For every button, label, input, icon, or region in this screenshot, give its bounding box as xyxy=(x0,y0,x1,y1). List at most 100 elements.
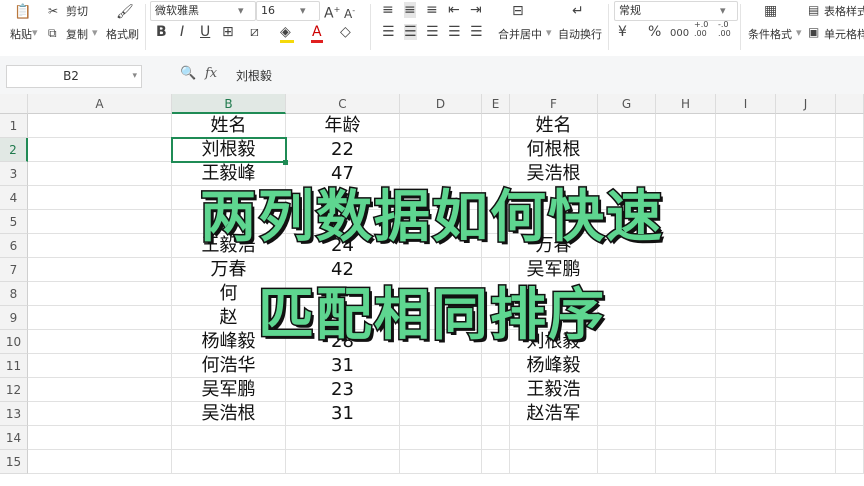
cell-a15[interactable] xyxy=(28,450,172,474)
cell-c14[interactable] xyxy=(286,426,400,450)
cell-g13[interactable] xyxy=(598,402,656,426)
font-name-dropdown-icon[interactable]: ▾ xyxy=(238,4,244,17)
cell-f14[interactable] xyxy=(510,426,598,450)
cell-a13[interactable] xyxy=(28,402,172,426)
shrink-font-icon[interactable]: A- xyxy=(344,3,355,22)
currency-icon[interactable]: ¥ xyxy=(618,24,627,40)
cell-c1[interactable]: 年龄 xyxy=(286,114,400,138)
cell-e11[interactable] xyxy=(482,354,510,378)
cond-format-dropdown-icon[interactable]: ▾ xyxy=(796,26,802,39)
cell-b15[interactable] xyxy=(172,450,286,474)
cell-c11[interactable]: 31 xyxy=(286,354,400,378)
cell-e12[interactable] xyxy=(482,378,510,402)
row-header-1[interactable]: 1 xyxy=(0,114,28,138)
insert-function-icon[interactable]: fx xyxy=(205,66,217,81)
cell-b11[interactable]: 何浩华 xyxy=(172,354,286,378)
increase-decimal-icon[interactable]: +.0 .00 xyxy=(694,20,714,38)
indent-increase-icon[interactable]: ⇥ xyxy=(470,2,482,18)
clear-icon[interactable]: ◇ xyxy=(340,24,351,40)
cell-e15[interactable] xyxy=(482,450,510,474)
cell-e1[interactable] xyxy=(482,114,510,138)
cut-button[interactable]: 剪切 xyxy=(66,3,88,19)
cell-j1[interactable] xyxy=(776,114,836,138)
column-header-c[interactable]: C xyxy=(286,94,400,114)
cell-a1[interactable] xyxy=(28,114,172,138)
conditional-format-button[interactable]: 条件格式 xyxy=(748,26,792,42)
column-header-d[interactable]: D xyxy=(400,94,482,114)
cell-style-button[interactable]: 单元格样式 xyxy=(824,26,864,42)
indent-decrease-icon[interactable]: ⇤ xyxy=(448,2,460,18)
align-bottom-icon[interactable]: ≡ xyxy=(426,2,438,18)
cell-k15[interactable] xyxy=(836,450,864,474)
cell-h11[interactable] xyxy=(656,354,716,378)
cell-d12[interactable] xyxy=(400,378,482,402)
cell-b1[interactable]: 姓名 xyxy=(172,114,286,138)
paste-dropdown-icon[interactable]: ▾ xyxy=(32,26,38,39)
cell-d11[interactable] xyxy=(400,354,482,378)
row-header-11[interactable]: 11 xyxy=(0,354,28,378)
cell-c13[interactable]: 31 xyxy=(286,402,400,426)
cell-h13[interactable] xyxy=(656,402,716,426)
formula-input[interactable]: 刘根毅 xyxy=(236,67,272,84)
cell-g14[interactable] xyxy=(598,426,656,450)
cell-h14[interactable] xyxy=(656,426,716,450)
cell-i13[interactable] xyxy=(716,402,776,426)
cell-i14[interactable] xyxy=(716,426,776,450)
column-header-f[interactable]: F xyxy=(510,94,598,114)
cell-d1[interactable] xyxy=(400,114,482,138)
cell-j11[interactable] xyxy=(776,354,836,378)
percent-icon[interactable]: % xyxy=(648,24,661,40)
cell-j15[interactable] xyxy=(776,450,836,474)
column-header-g[interactable]: G xyxy=(598,94,656,114)
cell-f12[interactable]: 王毅浩 xyxy=(510,378,598,402)
font-size-dropdown-icon[interactable]: ▾ xyxy=(300,4,306,17)
align-right-icon[interactable]: ☰ xyxy=(426,24,439,40)
cell-k2[interactable] xyxy=(836,138,864,162)
cell-k1[interactable] xyxy=(836,114,864,138)
copy-button[interactable]: 复制 xyxy=(66,26,88,42)
row-header-12[interactable]: 12 xyxy=(0,378,28,402)
select-all-corner[interactable] xyxy=(0,94,28,114)
column-header-a[interactable]: A xyxy=(28,94,172,114)
format-painter-button[interactable]: 格式刷 xyxy=(106,26,139,42)
cell-d13[interactable] xyxy=(400,402,482,426)
copy-dropdown-icon[interactable]: ▾ xyxy=(92,26,98,39)
cell-a12[interactable] xyxy=(28,378,172,402)
border-icon[interactable]: ⊞ xyxy=(222,24,234,40)
row-header-2[interactable]: 2 xyxy=(0,138,28,162)
wrap-text-button[interactable]: 自动换行 xyxy=(558,26,602,42)
number-format-dropdown-icon[interactable]: ▾ xyxy=(720,4,726,17)
cell-j14[interactable] xyxy=(776,426,836,450)
cell-i12[interactable] xyxy=(716,378,776,402)
cell-g1[interactable] xyxy=(598,114,656,138)
fill-handle[interactable] xyxy=(283,160,288,165)
align-left-icon[interactable]: ☰ xyxy=(382,24,395,40)
name-box[interactable]: B2 ▾ xyxy=(6,65,142,88)
cell-g15[interactable] xyxy=(598,450,656,474)
column-header-h[interactable]: H xyxy=(656,94,716,114)
distributed-icon[interactable]: ☰ xyxy=(470,24,483,40)
thousands-icon[interactable]: 000 xyxy=(670,26,689,42)
cell-f2[interactable]: 何根根 xyxy=(510,138,598,162)
more-borders-icon[interactable]: ⧄ xyxy=(250,24,259,40)
justify-icon[interactable]: ☰ xyxy=(448,24,461,40)
cell-f15[interactable] xyxy=(510,450,598,474)
cell-i15[interactable] xyxy=(716,450,776,474)
cell-j2[interactable] xyxy=(776,138,836,162)
column-header-b[interactable]: B xyxy=(172,94,286,114)
cell-b2[interactable]: 刘根毅 xyxy=(172,138,286,162)
row-header-15[interactable]: 15 xyxy=(0,450,28,474)
decrease-decimal-icon[interactable]: -.0 .00 xyxy=(718,20,738,38)
cell-c2[interactable]: 22 xyxy=(286,138,400,162)
cell-j12[interactable] xyxy=(776,378,836,402)
align-center-icon[interactable]: ☰ xyxy=(404,24,417,40)
cell-i11[interactable] xyxy=(716,354,776,378)
font-size-select[interactable]: 16 xyxy=(256,1,320,21)
cell-i1[interactable] xyxy=(716,114,776,138)
cell-g11[interactable] xyxy=(598,354,656,378)
cell-f13[interactable]: 赵浩军 xyxy=(510,402,598,426)
cell-h12[interactable] xyxy=(656,378,716,402)
cell-a2[interactable] xyxy=(28,138,172,162)
cell-h1[interactable] xyxy=(656,114,716,138)
cell-a14[interactable] xyxy=(28,426,172,450)
